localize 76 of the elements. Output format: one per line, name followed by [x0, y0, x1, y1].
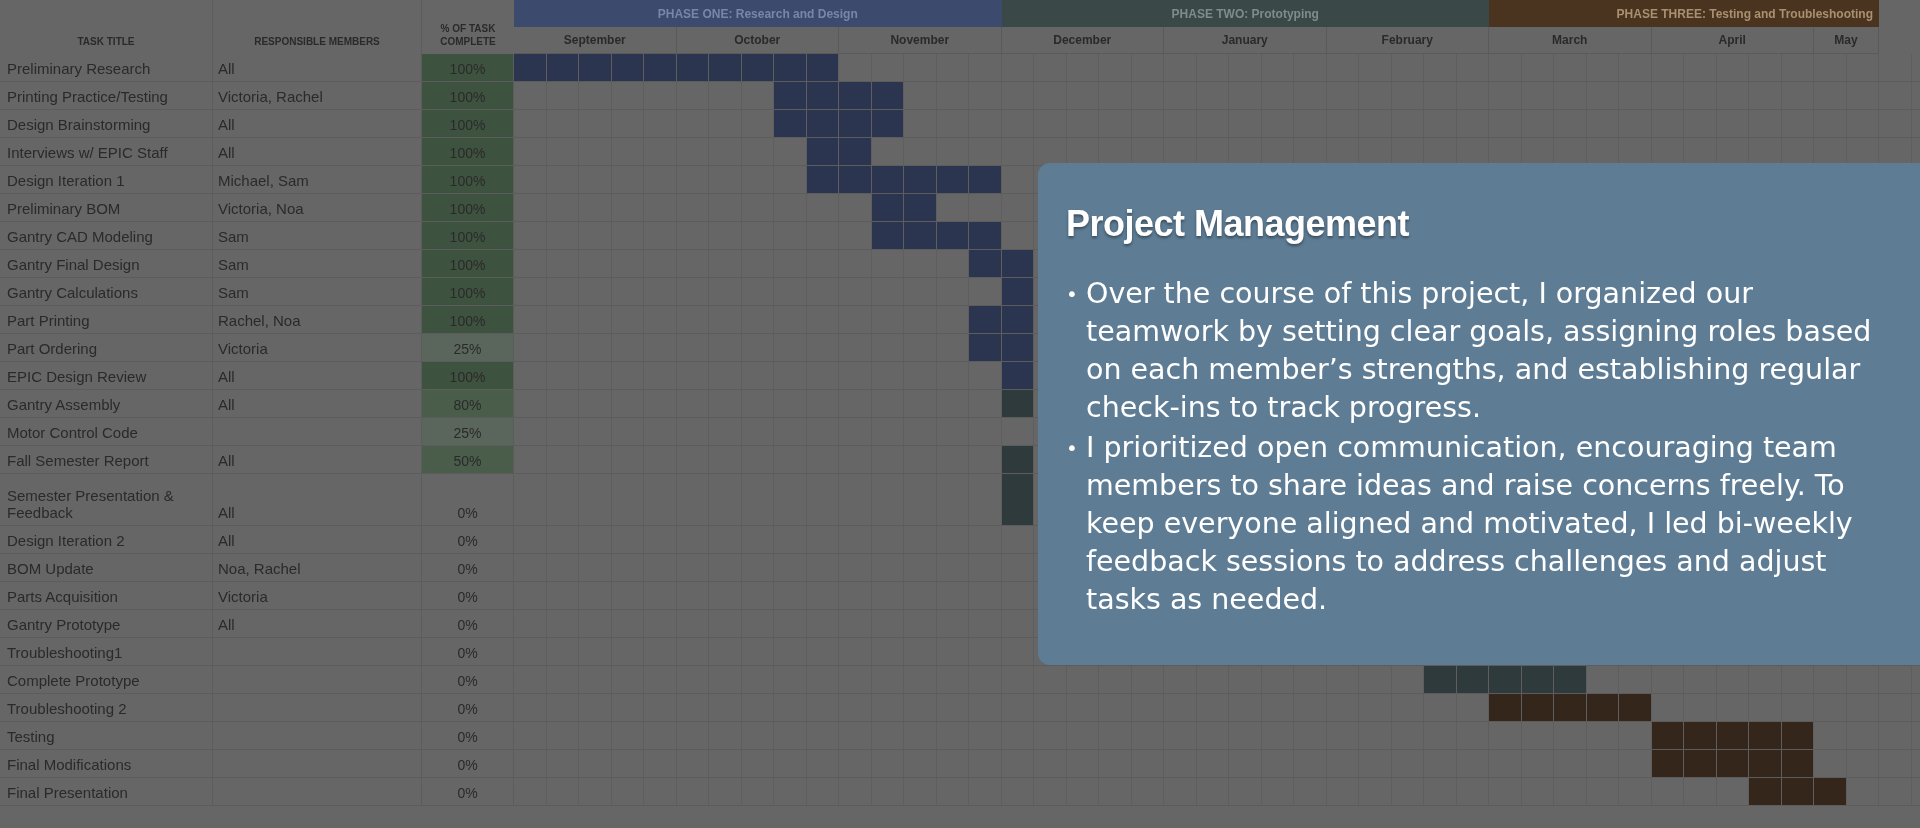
month-header: December: [1001, 27, 1164, 54]
task-cell: Semester Presentation & Feedback: [0, 474, 213, 525]
card-title: Project Management: [1066, 203, 1411, 245]
task-cell: Final Modifications: [0, 750, 213, 777]
percent-cell: 0%: [422, 474, 514, 525]
task-cell: Gantry CAD Modeling: [0, 222, 213, 249]
members-cell: All: [218, 531, 235, 549]
members-cell: Sam: [218, 227, 249, 245]
bullet-text: Over the course of this project, I organized our teamwork by setting clear goals, assigning roles based on each member’s strengths, and establishing regular check-ins to track progress.: [1086, 276, 1873, 426]
task-cell: Interviews w/ EPIC Staff: [0, 138, 213, 165]
percent-cell: 25%: [422, 418, 514, 445]
task-cell: Parts Acquisition: [0, 582, 213, 609]
task-cell: Design Brainstorming: [0, 110, 213, 137]
task-cell: Preliminary Research: [0, 54, 213, 81]
task-cell: Troubleshooting1: [0, 638, 213, 665]
members-cell: All: [218, 367, 235, 385]
task-cell: Gantry Final Design: [0, 250, 213, 277]
task-cell: Gantry Calculations: [0, 278, 213, 305]
members-cell: Rachel, Noa: [218, 311, 301, 329]
percent-cell: 0%: [422, 526, 514, 553]
month-header: February: [1326, 27, 1489, 54]
task-cell: BOM Update: [0, 554, 213, 581]
percent-cell: 0%: [422, 722, 514, 749]
percent-cell: 0%: [422, 750, 514, 777]
members-cell: Sam: [218, 283, 249, 301]
percent-cell: 0%: [422, 666, 514, 693]
members-cell: All: [218, 395, 235, 413]
members-cell: Victoria: [218, 339, 268, 357]
task-cell: Gantry Prototype: [0, 610, 213, 637]
percent-cell: 0%: [422, 554, 514, 581]
members-cell: All: [218, 59, 235, 77]
members-cell: All: [218, 115, 235, 133]
task-cell: Troubleshooting 2: [0, 694, 213, 721]
task-cell: Design Iteration 2: [0, 526, 213, 553]
members-cell: Sam: [218, 255, 249, 273]
task-cell: Printing Practice/Testing: [0, 82, 213, 109]
members-cell: Noa, Rachel: [218, 559, 301, 577]
percent-cell: 0%: [422, 582, 514, 609]
members-cell: Victoria: [218, 587, 268, 605]
task-cell: Design Iteration 1: [0, 166, 213, 193]
month-header: April: [1651, 27, 1814, 54]
bullet-text: I prioritized open communication, encouraging team members to share ideas and raise concerns freely. To keep everyone aligned and motivated, I led bi-weekly feedback sessions to address challenges and adjust tasks as needed.: [1086, 430, 1854, 618]
percent-cell: 0%: [422, 778, 514, 805]
month-header: May: [1814, 27, 1879, 54]
month-header: March: [1489, 27, 1652, 54]
members-cell: All: [218, 503, 235, 521]
phase-header: PHASE ONE: Research and Design: [514, 0, 1002, 27]
task-cell: Gantry Assembly: [0, 390, 213, 417]
task-cell: Part Ordering: [0, 334, 213, 361]
task-cell: Final Presentation: [0, 778, 213, 805]
percent-cell: 25%: [422, 334, 514, 361]
task-cell: Preliminary BOM: [0, 194, 213, 221]
percent-cell: 0%: [422, 638, 514, 665]
month-header: November: [839, 27, 1002, 54]
bullet-mark: •: [1066, 435, 1079, 462]
column-header: TASK TITLE: [0, 0, 213, 54]
members-cell: Michael, Sam: [218, 171, 309, 189]
members-cell: Victoria, Rachel: [218, 87, 323, 105]
column-header: RESPONSIBLE MEMBERS: [213, 0, 422, 54]
bullet-mark: •: [1066, 281, 1079, 308]
percent-cell: 0%: [422, 694, 514, 721]
month-header: January: [1164, 27, 1327, 54]
members-cell: All: [218, 615, 235, 633]
percent-cell: 0%: [422, 610, 514, 637]
task-cell: Part Printing: [0, 306, 213, 333]
task-cell: Fall Semester Report: [0, 446, 213, 473]
phase-header: PHASE THREE: Testing and Troubleshooting: [1489, 0, 1879, 27]
task-cell: EPIC Design Review: [0, 362, 213, 389]
members-cell: All: [218, 143, 235, 161]
task-cell: Complete Prototype: [0, 666, 213, 693]
members-cell: Victoria, Noa: [218, 199, 304, 217]
phase-header: PHASE TWO: Prototyping: [1001, 0, 1489, 27]
task-cell: Motor Control Code: [0, 418, 213, 445]
members-cell: All: [218, 451, 235, 469]
column-header: % OF TASK COMPLETE: [439, 22, 497, 49]
task-cell: Testing: [0, 722, 213, 749]
